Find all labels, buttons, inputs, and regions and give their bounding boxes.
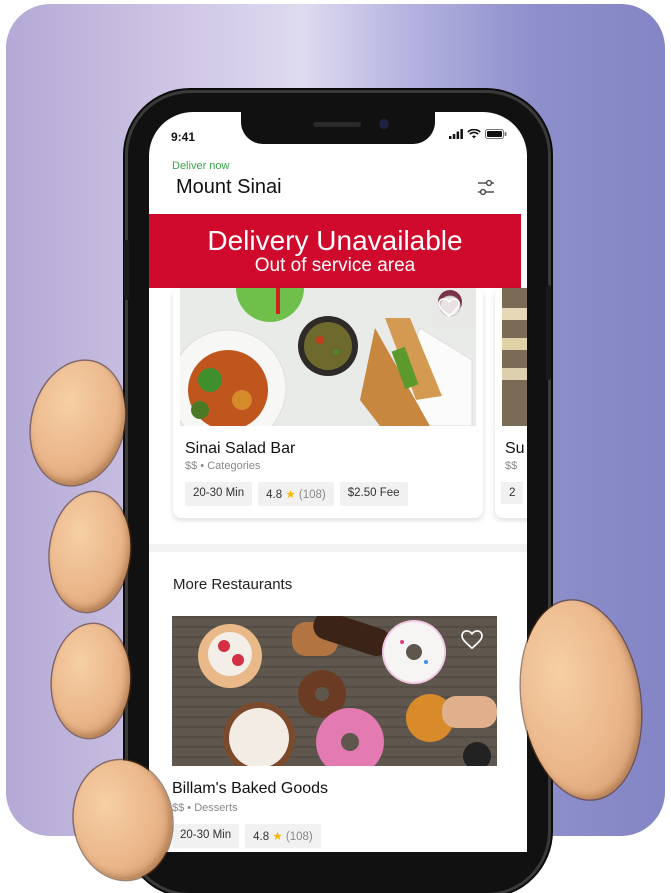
banner-subtitle: Out of service area bbox=[254, 255, 416, 276]
delivery-time-chip: 20-30 Min bbox=[185, 482, 253, 506]
restaurant-meta: $$ • Categories bbox=[185, 460, 261, 472]
star-icon: ★ bbox=[272, 831, 283, 843]
app-screen: 9:41 Deliver now Mount Sinai Delivery Un… bbox=[149, 112, 527, 852]
restaurant-name-partial: Su bbox=[505, 440, 525, 457]
power-button bbox=[546, 285, 551, 380]
front-camera bbox=[379, 119, 389, 129]
price-level: $$ bbox=[185, 460, 198, 472]
location-title[interactable]: Mount Sinai bbox=[176, 176, 282, 199]
heart-icon[interactable] bbox=[461, 630, 483, 650]
heart-icon[interactable] bbox=[438, 298, 460, 318]
category: Desserts bbox=[194, 802, 238, 814]
star-icon: ★ bbox=[285, 489, 296, 501]
restaurant-chips: 20-30 Min 4.8 ★ (108) bbox=[172, 824, 321, 848]
volume-button bbox=[124, 240, 129, 300]
section-divider bbox=[149, 544, 527, 552]
speaker-grille bbox=[313, 122, 361, 127]
partial-food-photo bbox=[502, 288, 527, 426]
price-level: $$ bbox=[172, 802, 185, 814]
restaurant-card-partial[interactable]: Su $$ 2 bbox=[495, 288, 527, 518]
rating-value: 4.8 bbox=[266, 489, 283, 501]
delivery-time-chip: 20-30 Min bbox=[172, 824, 240, 848]
rating-chip: 4.8 ★ (108) bbox=[258, 482, 334, 506]
battery-icon bbox=[485, 129, 507, 139]
category: Categories bbox=[207, 460, 261, 472]
salad-food-photo bbox=[180, 288, 476, 426]
signal-icon bbox=[449, 129, 463, 139]
section-title: More Restaurants bbox=[173, 576, 293, 593]
donut-illustration bbox=[172, 616, 497, 766]
fee-chip: $2.50 Fee bbox=[339, 482, 408, 506]
rating-chip: 4.8 ★ (108) bbox=[245, 824, 321, 848]
rating-value: 4.8 bbox=[253, 831, 270, 843]
status-icons bbox=[449, 129, 507, 139]
restaurant-meta: $$ • Desserts bbox=[172, 802, 238, 814]
status-time: 9:41 bbox=[171, 130, 196, 144]
deliver-now-label[interactable]: Deliver now bbox=[172, 160, 229, 172]
banner-title: Delivery Unavailable bbox=[207, 225, 463, 256]
restaurant-name[interactable]: Billam's Baked Goods bbox=[172, 780, 328, 798]
restaurant-card[interactable]: Sinai Salad Bar $$ • Categories 20-30 Mi… bbox=[173, 288, 483, 518]
food-illustration bbox=[180, 288, 476, 426]
wifi-icon bbox=[467, 129, 481, 139]
restaurant-meta-partial: $$ bbox=[505, 460, 518, 472]
restaurant-name[interactable]: Sinai Salad Bar bbox=[185, 440, 295, 458]
restaurant-chips: 20-30 Min 4.8 ★ (108) $2.50 Fee bbox=[185, 482, 408, 506]
delivery-unavailable-banner: Delivery Unavailable Out of service area bbox=[149, 214, 521, 288]
review-count: (108) bbox=[298, 489, 326, 501]
donut-food-photo[interactable] bbox=[172, 616, 497, 766]
sliders-icon[interactable] bbox=[477, 178, 495, 198]
chip-partial: 2 bbox=[501, 482, 524, 504]
review-count: (108) bbox=[285, 831, 313, 843]
notch bbox=[241, 112, 435, 144]
